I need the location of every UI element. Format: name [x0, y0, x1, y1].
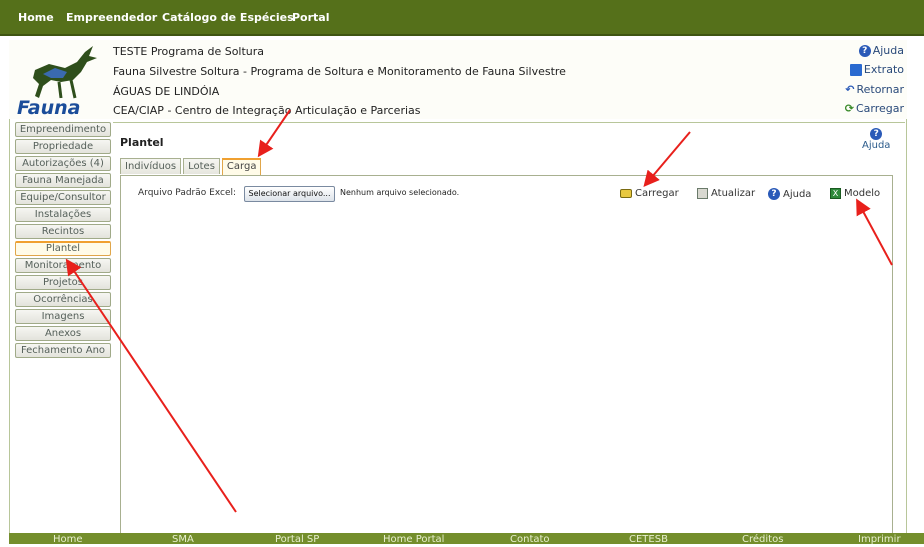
- carga-panel: [120, 175, 893, 537]
- tab-carga[interactable]: Carga: [221, 158, 262, 175]
- nav-empreendedor[interactable]: Empreendedor: [66, 11, 157, 24]
- sidebar-menu: Empreendimento Propriedade Autorizações …: [15, 122, 111, 360]
- select-file-button[interactable]: Selecionar arquivo...: [244, 186, 335, 202]
- help-icon: ?: [768, 188, 780, 200]
- toolbar-ajuda-label: Ajuda: [783, 188, 812, 200]
- main-ajuda-link[interactable]: ? Ajuda: [862, 128, 890, 151]
- top-navigation-bar: Home Empreendedor Catálogo de Espécies P…: [0, 0, 924, 36]
- atualizar-button[interactable]: Atualizar: [697, 188, 755, 199]
- nav-home[interactable]: Home: [18, 11, 54, 24]
- header-retornar-link[interactable]: ↶ Retornar: [845, 83, 904, 96]
- footer-cetesb[interactable]: CETESB: [629, 533, 668, 547]
- file-status-text: Nenhum arquivo selecionado.: [340, 188, 460, 197]
- sidebar-item-plantel[interactable]: Plantel: [15, 241, 111, 256]
- footer-contato[interactable]: Contato: [510, 533, 550, 547]
- header-extrato-link[interactable]: Extrato: [849, 63, 904, 76]
- toolbar-ajuda-button[interactable]: ? Ajuda: [768, 188, 811, 200]
- sidebar-item-projetos[interactable]: Projetos: [15, 275, 111, 290]
- sidebar-item-ocorrencias[interactable]: Ocorrências: [15, 292, 111, 307]
- help-icon: ?: [870, 128, 883, 140]
- modelo-label: Modelo: [844, 188, 881, 199]
- header-carregar-label: Carregar: [855, 102, 904, 115]
- sidebar-item-imagens[interactable]: Imagens: [15, 309, 111, 324]
- page-title: Plantel: [120, 136, 164, 149]
- header-location: ÁGUAS DE LINDÓIA: [113, 85, 220, 98]
- header-extrato-label: Extrato: [863, 63, 904, 76]
- footer-bar: Home SMA Portal SP Home Portal Contato C…: [9, 533, 924, 547]
- header-ajuda-link[interactable]: ? Ajuda: [858, 44, 904, 57]
- update-icon: [697, 188, 708, 199]
- sidebar-item-empreendimento[interactable]: Empreendimento: [15, 122, 111, 137]
- excel-icon: X: [830, 188, 841, 199]
- header-organization: CEA/CIAP - Centro de Integração Articula…: [113, 104, 421, 117]
- logo-text: Fauna: [17, 97, 81, 116]
- main-ajuda-label: Ajuda: [862, 140, 891, 151]
- modelo-button[interactable]: X Modelo: [830, 188, 880, 199]
- sidebar-item-anexos[interactable]: Anexos: [15, 326, 111, 341]
- footer-creditos[interactable]: Créditos: [742, 533, 783, 547]
- footer-imprimir[interactable]: Imprimir: [858, 533, 901, 547]
- fauna-logo: Fauna: [17, 46, 97, 116]
- sidebar-item-autorizacoes[interactable]: Autorizações (4): [15, 156, 111, 171]
- footer-portal-sp[interactable]: Portal SP: [275, 533, 319, 547]
- upload-icon: [620, 189, 632, 198]
- header-carregar-link[interactable]: ⟳ Carregar: [845, 102, 904, 115]
- refresh-icon: ⟳: [844, 102, 854, 115]
- sidebar-item-instalacoes[interactable]: Instalações: [15, 207, 111, 222]
- return-icon: ↶: [845, 83, 855, 96]
- header-program-description: Fauna Silvestre Soltura - Programa de So…: [113, 65, 566, 78]
- atualizar-label: Atualizar: [711, 188, 756, 199]
- footer-sma[interactable]: SMA: [172, 533, 194, 547]
- tab-lotes[interactable]: Lotes: [183, 158, 220, 174]
- tab-bar: Indivíduos Lotes Carga: [120, 158, 262, 175]
- carregar-label: Carregar: [635, 188, 679, 199]
- file-input-label: Arquivo Padrão Excel:: [138, 188, 237, 198]
- sidebar-item-fauna-manejada[interactable]: Fauna Manejada: [15, 173, 111, 188]
- nav-catalogo-especies[interactable]: Catálogo de Espécies: [162, 11, 294, 24]
- footer-home-portal[interactable]: Home Portal: [383, 533, 444, 547]
- nav-portal[interactable]: Portal: [292, 11, 330, 24]
- sidebar-item-equipe-consultor[interactable]: Equipe/Consultor: [15, 190, 111, 205]
- sidebar-item-monitoramento[interactable]: Monitoramento: [15, 258, 111, 273]
- header-program-title: TESTE Programa de Soltura: [113, 45, 265, 58]
- document-icon: [849, 63, 862, 76]
- sidebar-item-recintos[interactable]: Recintos: [15, 224, 111, 239]
- tab-individuos[interactable]: Indivíduos: [120, 158, 182, 174]
- carregar-button[interactable]: Carregar: [620, 188, 679, 199]
- sidebar-item-fechamento-ano[interactable]: Fechamento Ano: [15, 343, 111, 358]
- header-retornar-label: Retornar: [856, 83, 904, 96]
- help-icon: ?: [858, 44, 871, 57]
- footer-home[interactable]: Home: [53, 533, 83, 547]
- header-ajuda-label: Ajuda: [872, 44, 904, 57]
- sidebar-item-propriedade[interactable]: Propriedade: [15, 139, 111, 154]
